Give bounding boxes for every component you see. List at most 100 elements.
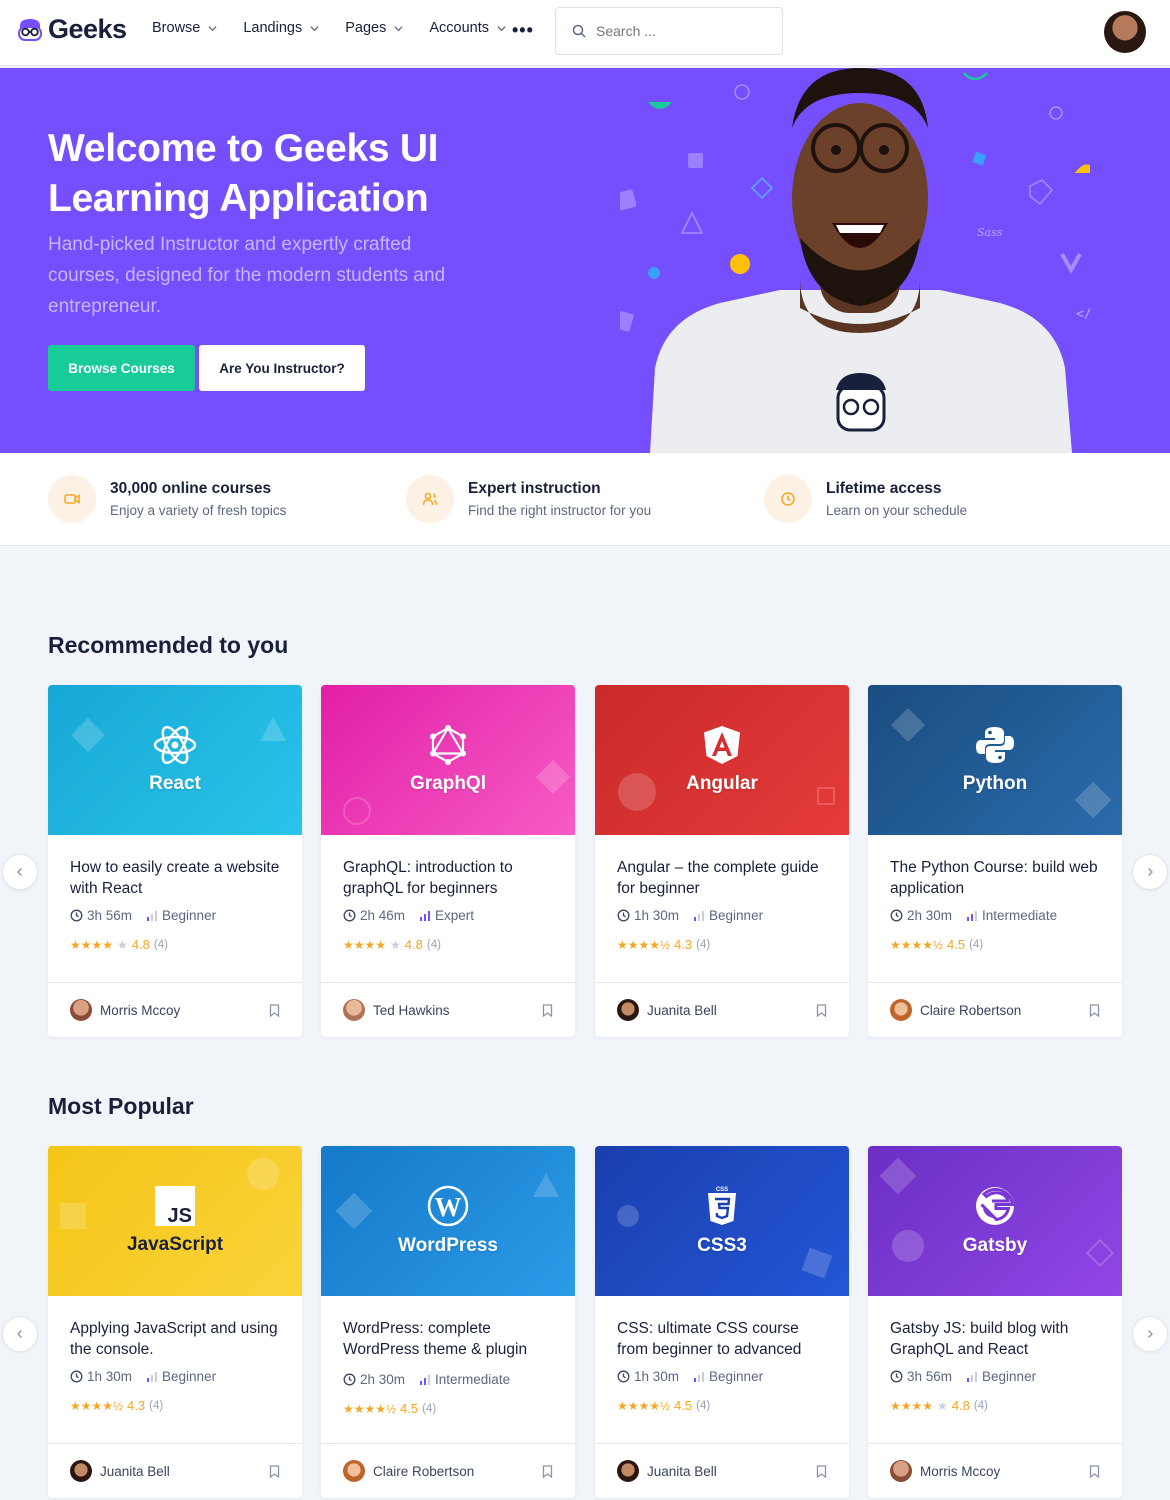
course-level: Intermediate xyxy=(982,908,1058,923)
star-empty-icon: ★ xyxy=(937,1398,948,1413)
course-card[interactable]: W WordPress WordPress: complete WordPres… xyxy=(321,1146,575,1498)
course-title[interactable]: Angular – the complete guide for beginne… xyxy=(617,857,827,899)
thumbnail-label: WordPress xyxy=(398,1235,498,1256)
rating-count: (4) xyxy=(153,938,168,951)
instructor-button[interactable]: Are You Instructor? xyxy=(199,345,365,391)
star-empty-icon: ★ xyxy=(117,937,128,952)
star-empty-icon: ★ xyxy=(390,937,401,952)
nav-landings[interactable]: Landings xyxy=(243,20,319,36)
rating-count: (4) xyxy=(969,938,984,951)
rating-count: (4) xyxy=(422,1402,437,1415)
next-arrow-button[interactable] xyxy=(1132,854,1168,890)
nav-browse[interactable]: Browse xyxy=(152,20,217,36)
nav-pages[interactable]: Pages xyxy=(345,20,403,36)
course-title[interactable]: Applying JavaScript and using the consol… xyxy=(70,1318,280,1360)
chevron-right-icon xyxy=(1148,1330,1153,1338)
course-level: Intermediate xyxy=(435,1372,511,1387)
feature-title: Expert instruction xyxy=(468,480,601,497)
thumbnail-label: GraphQl xyxy=(409,773,486,794)
course-card[interactable]: React How to easily create a website wit… xyxy=(48,685,302,1037)
course-card[interactable]: Gatsby Gatsby JS: build blog with GraphQ… xyxy=(868,1146,1122,1498)
author-avatar xyxy=(343,999,365,1021)
search-box[interactable] xyxy=(555,7,783,55)
course-card[interactable]: CSS CSS3 CSS: ultimate CSS course from b… xyxy=(595,1146,849,1498)
bookmark-icon[interactable] xyxy=(816,1003,827,1017)
clock-icon xyxy=(70,909,83,922)
thumbnail-label: Gatsby xyxy=(962,1235,1028,1256)
next-arrow-button[interactable] xyxy=(1132,1316,1168,1352)
rating-value: 4.5 xyxy=(400,1401,419,1416)
svg-text:CSS: CSS xyxy=(716,1187,728,1193)
chevron-down-icon xyxy=(310,25,319,31)
level-bars-icon xyxy=(967,1371,978,1382)
nav-accounts[interactable]: Accounts xyxy=(429,20,506,36)
hero-section: Welcome to Geeks UI Learning Application… xyxy=(0,68,1170,453)
course-rating: ★★★★½ 4.5 (4) xyxy=(617,1398,827,1413)
svg-text:W: W xyxy=(435,1192,462,1222)
bookmark-icon[interactable] xyxy=(269,1464,280,1478)
clock-icon xyxy=(617,1370,630,1383)
graphql-icon xyxy=(430,725,466,765)
nav-browse-label: Browse xyxy=(152,20,201,36)
clock-icon xyxy=(70,1370,83,1383)
bookmark-icon[interactable] xyxy=(816,1464,827,1478)
rating-count: (4) xyxy=(696,938,711,951)
clock-icon xyxy=(343,909,356,922)
svg-text:</>: </> xyxy=(1076,307,1090,322)
course-thumbnail: React xyxy=(48,685,302,835)
course-card[interactable]: GraphQl GraphQL: introduction to graphQL… xyxy=(321,685,575,1037)
rating-value: 4.3 xyxy=(674,937,693,952)
clock-icon xyxy=(617,909,630,922)
course-title[interactable]: CSS: ultimate CSS course from beginner t… xyxy=(617,1318,827,1360)
chevron-left-icon xyxy=(17,1330,22,1338)
course-rating: ★★★★½ 4.3 (4) xyxy=(617,937,827,952)
course-rating: ★★★★ ★ 4.8 (4) xyxy=(890,1398,1100,1413)
course-duration: 1h 30m xyxy=(634,908,680,923)
prev-arrow-button[interactable] xyxy=(2,1316,38,1352)
course-duration: 3h 56m xyxy=(907,1369,953,1384)
geeks-logo-icon xyxy=(18,18,42,41)
clock-icon xyxy=(890,1370,903,1383)
bookmark-icon[interactable] xyxy=(1089,1464,1100,1478)
course-rating: ★★★★½ 4.5 (4) xyxy=(343,1401,553,1416)
course-card[interactable]: Python The Python Course: build web appl… xyxy=(868,685,1122,1037)
rating-value: 4.8 xyxy=(951,1398,970,1413)
level-bars-icon xyxy=(420,910,431,921)
search-input[interactable] xyxy=(596,23,766,39)
author-name: Juanita Bell xyxy=(647,1463,717,1479)
bookmark-icon[interactable] xyxy=(542,1003,553,1017)
bookmark-icon[interactable] xyxy=(269,1003,280,1017)
course-title[interactable]: Gatsby JS: build blog with GraphQL and R… xyxy=(890,1318,1100,1360)
course-title[interactable]: GraphQL: introduction to graphQL for beg… xyxy=(343,857,553,899)
course-rating: ★★★★ ★ 4.8 (4) xyxy=(70,937,280,952)
clock-icon xyxy=(890,909,903,922)
course-title[interactable]: The Python Course: build web application xyxy=(890,857,1100,899)
feature-instruction: Expert instruction Find the right instru… xyxy=(406,475,651,523)
bookmark-icon[interactable] xyxy=(542,1464,553,1478)
more-menu-button[interactable]: ••• xyxy=(512,20,534,41)
course-level: Beginner xyxy=(709,1369,764,1384)
course-card[interactable]: JS JavaScript Applying JavaScript and us… xyxy=(48,1146,302,1498)
rating-count: (4) xyxy=(973,1399,988,1412)
bookmark-icon[interactable] xyxy=(1089,1003,1100,1017)
rating-value: 4.3 xyxy=(127,1398,146,1413)
course-rating: ★★★★½ 4.3 (4) xyxy=(70,1398,280,1413)
level-bars-icon xyxy=(694,910,705,921)
feature-title: 30,000 online courses xyxy=(110,480,272,497)
browse-courses-button[interactable]: Browse Courses xyxy=(48,345,195,391)
course-title[interactable]: How to easily create a website with Reac… xyxy=(70,857,280,899)
brand-logo[interactable]: Geeks xyxy=(16,14,127,45)
user-avatar[interactable] xyxy=(1104,11,1146,53)
chevron-down-icon xyxy=(497,25,506,31)
author-name: Juanita Bell xyxy=(100,1463,170,1479)
author-name: Ted Hawkins xyxy=(373,1002,450,1018)
feature-subtitle: Find the right instructor for you xyxy=(468,503,652,518)
stars-icon: ★★★★½ xyxy=(617,1398,671,1413)
course-card[interactable]: Angular Angular – the complete guide for… xyxy=(595,685,849,1037)
course-level: Beginner xyxy=(709,908,764,923)
level-bars-icon xyxy=(694,1371,705,1382)
svg-text:Sass: Sass xyxy=(977,226,1003,239)
stars-icon: ★★★★½ xyxy=(890,937,944,952)
prev-arrow-button[interactable] xyxy=(2,854,38,890)
course-title[interactable]: WordPress: complete WordPress theme & pl… xyxy=(343,1318,553,1360)
